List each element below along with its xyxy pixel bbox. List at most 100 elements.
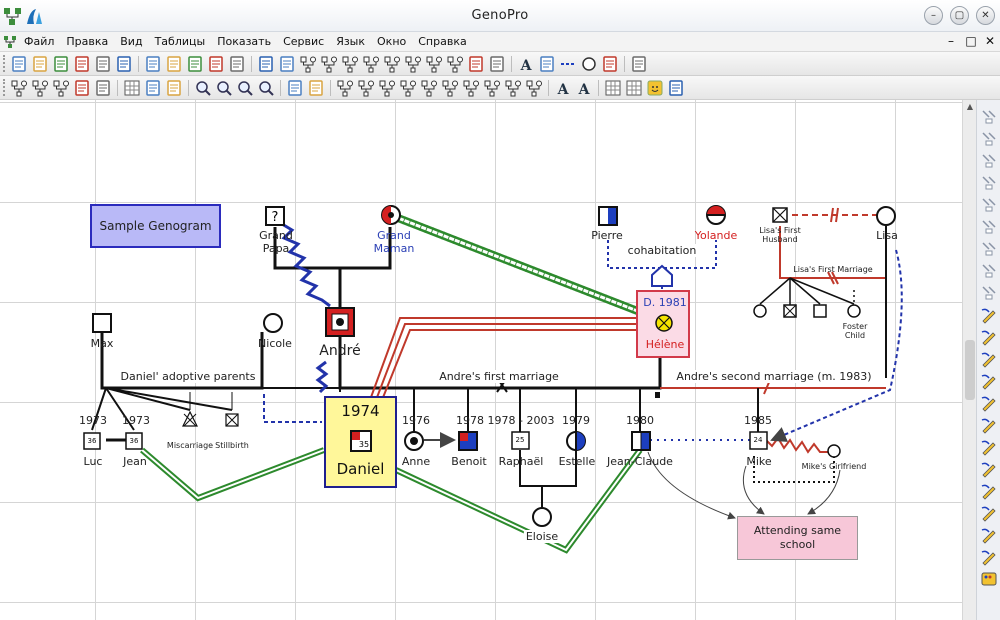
network-icon[interactable]: [488, 55, 506, 73]
pen-icon[interactable]: [980, 306, 998, 324]
layout-icon[interactable]: [980, 108, 998, 126]
vertical-scrollbar[interactable]: ▲: [962, 100, 976, 620]
scroll-up-icon[interactable]: ▲: [964, 102, 976, 114]
smile-icon[interactable]: [646, 79, 664, 97]
layout-icon[interactable]: [980, 174, 998, 192]
font-grow-icon[interactable]: A: [554, 79, 572, 97]
stillbirth-symbol[interactable]: [225, 413, 239, 427]
redo-icon[interactable]: [228, 55, 246, 73]
layout-icon[interactable]: [980, 218, 998, 236]
layout-icon[interactable]: [980, 284, 998, 302]
sample-genogram-label[interactable]: Sample Genogram: [90, 204, 221, 248]
layout-icon[interactable]: [525, 79, 543, 97]
line-style-icon[interactable]: [559, 55, 577, 73]
find-replace-icon[interactable]: [165, 79, 183, 97]
person-mike-girlfriend[interactable]: [827, 444, 841, 458]
layout-icon[interactable]: [336, 79, 354, 97]
pen-icon[interactable]: [980, 438, 998, 456]
person-estelle[interactable]: [566, 431, 586, 451]
copy-doc-icon[interactable]: [73, 55, 91, 73]
note-attending-same-school[interactable]: Attending same school: [737, 516, 858, 560]
person-helene-box[interactable]: D. 1981 Hélène: [636, 290, 690, 358]
toolbar-grip[interactable]: [3, 79, 6, 96]
genogram-canvas[interactable]: ? Sample Genogram D. 1981 Hélène 1974 35…: [0, 100, 962, 620]
zoom-fit-icon[interactable]: [236, 79, 254, 97]
person-daniel-box[interactable]: 1974 35 Daniel: [324, 396, 397, 488]
layout-icon[interactable]: [399, 79, 417, 97]
mdi-restore-button[interactable]: □: [964, 34, 978, 48]
tree-icon[interactable]: [320, 55, 338, 73]
print-preview-icon[interactable]: [94, 55, 112, 73]
cut-icon[interactable]: [144, 55, 162, 73]
text-icon[interactable]: A: [517, 55, 535, 73]
layout-icon[interactable]: [462, 79, 480, 97]
scroll-thumb[interactable]: [965, 340, 975, 400]
pen-icon[interactable]: [980, 394, 998, 412]
pen-icon[interactable]: [980, 328, 998, 346]
person-yolande[interactable]: [706, 205, 726, 225]
back-icon[interactable]: [73, 79, 91, 97]
layout-icon[interactable]: [980, 152, 998, 170]
copy-icon[interactable]: [165, 55, 183, 73]
menu-item-1[interactable]: Правка: [66, 34, 108, 49]
table-icon[interactable]: [123, 79, 141, 97]
refresh-icon[interactable]: [278, 55, 296, 73]
pen-icon[interactable]: [980, 548, 998, 566]
new-icon[interactable]: [10, 55, 28, 73]
tree-icon[interactable]: [299, 55, 317, 73]
person-lisa-child[interactable]: [753, 304, 767, 318]
tree-icon[interactable]: [341, 55, 359, 73]
layout-icon[interactable]: [504, 79, 522, 97]
menu-item-8[interactable]: Справка: [418, 34, 466, 49]
pen-icon[interactable]: [980, 526, 998, 544]
palette-icon[interactable]: [980, 570, 998, 588]
font-shrink-icon[interactable]: A: [575, 79, 593, 97]
menu-item-6[interactable]: Язык: [336, 34, 365, 49]
layout-icon[interactable]: [357, 79, 375, 97]
family-icon[interactable]: [425, 55, 443, 73]
menu-item-7[interactable]: Окно: [377, 34, 406, 49]
marker-icon[interactable]: [467, 55, 485, 73]
link-icon[interactable]: [52, 79, 70, 97]
menu-item-5[interactable]: Сервис: [283, 34, 324, 49]
report-icon[interactable]: [667, 79, 685, 97]
pen-icon[interactable]: [980, 460, 998, 478]
person-andre[interactable]: [325, 307, 355, 337]
zoom-in-icon[interactable]: [194, 79, 212, 97]
layout-icon[interactable]: [378, 79, 396, 97]
undo-icon[interactable]: [207, 55, 225, 73]
person-grand-maman[interactable]: [381, 205, 401, 225]
settings-icon[interactable]: [307, 79, 325, 97]
pen-icon[interactable]: [980, 416, 998, 434]
pen-icon[interactable]: [980, 372, 998, 390]
person-lisa-first-husband[interactable]: [772, 207, 788, 223]
miscarriage-symbol[interactable]: [182, 410, 198, 427]
mdi-close-button[interactable]: ✕: [983, 34, 997, 48]
person-grand-papa[interactable]: ?: [265, 206, 285, 226]
find-icon[interactable]: [144, 79, 162, 97]
print-icon[interactable]: [115, 55, 133, 73]
layout-icon[interactable]: [980, 130, 998, 148]
document-menu-icon[interactable]: [3, 35, 17, 49]
person-max[interactable]: [92, 313, 112, 333]
forward-icon[interactable]: [94, 79, 112, 97]
shape-icon[interactable]: [580, 55, 598, 73]
layout-icon[interactable]: [980, 196, 998, 214]
person-jean-claude[interactable]: [631, 431, 651, 451]
person-eloise[interactable]: [532, 507, 552, 527]
menu-item-3[interactable]: Таблицы: [155, 34, 206, 49]
grid-icon[interactable]: [604, 79, 622, 97]
pen-icon[interactable]: [980, 350, 998, 368]
layout-icon[interactable]: [441, 79, 459, 97]
pen-icon[interactable]: [980, 482, 998, 500]
open-icon[interactable]: [31, 55, 49, 73]
person-anne[interactable]: [404, 431, 424, 451]
person-benoit[interactable]: [458, 431, 478, 451]
menu-item-2[interactable]: Вид: [120, 34, 142, 49]
person-lisa-child[interactable]: [783, 304, 797, 318]
zoom-out-icon[interactable]: [215, 79, 233, 97]
select-icon[interactable]: [257, 55, 275, 73]
pedigree-icon[interactable]: [446, 55, 464, 73]
person-pierre[interactable]: [598, 206, 618, 226]
link-icon[interactable]: [10, 79, 28, 97]
